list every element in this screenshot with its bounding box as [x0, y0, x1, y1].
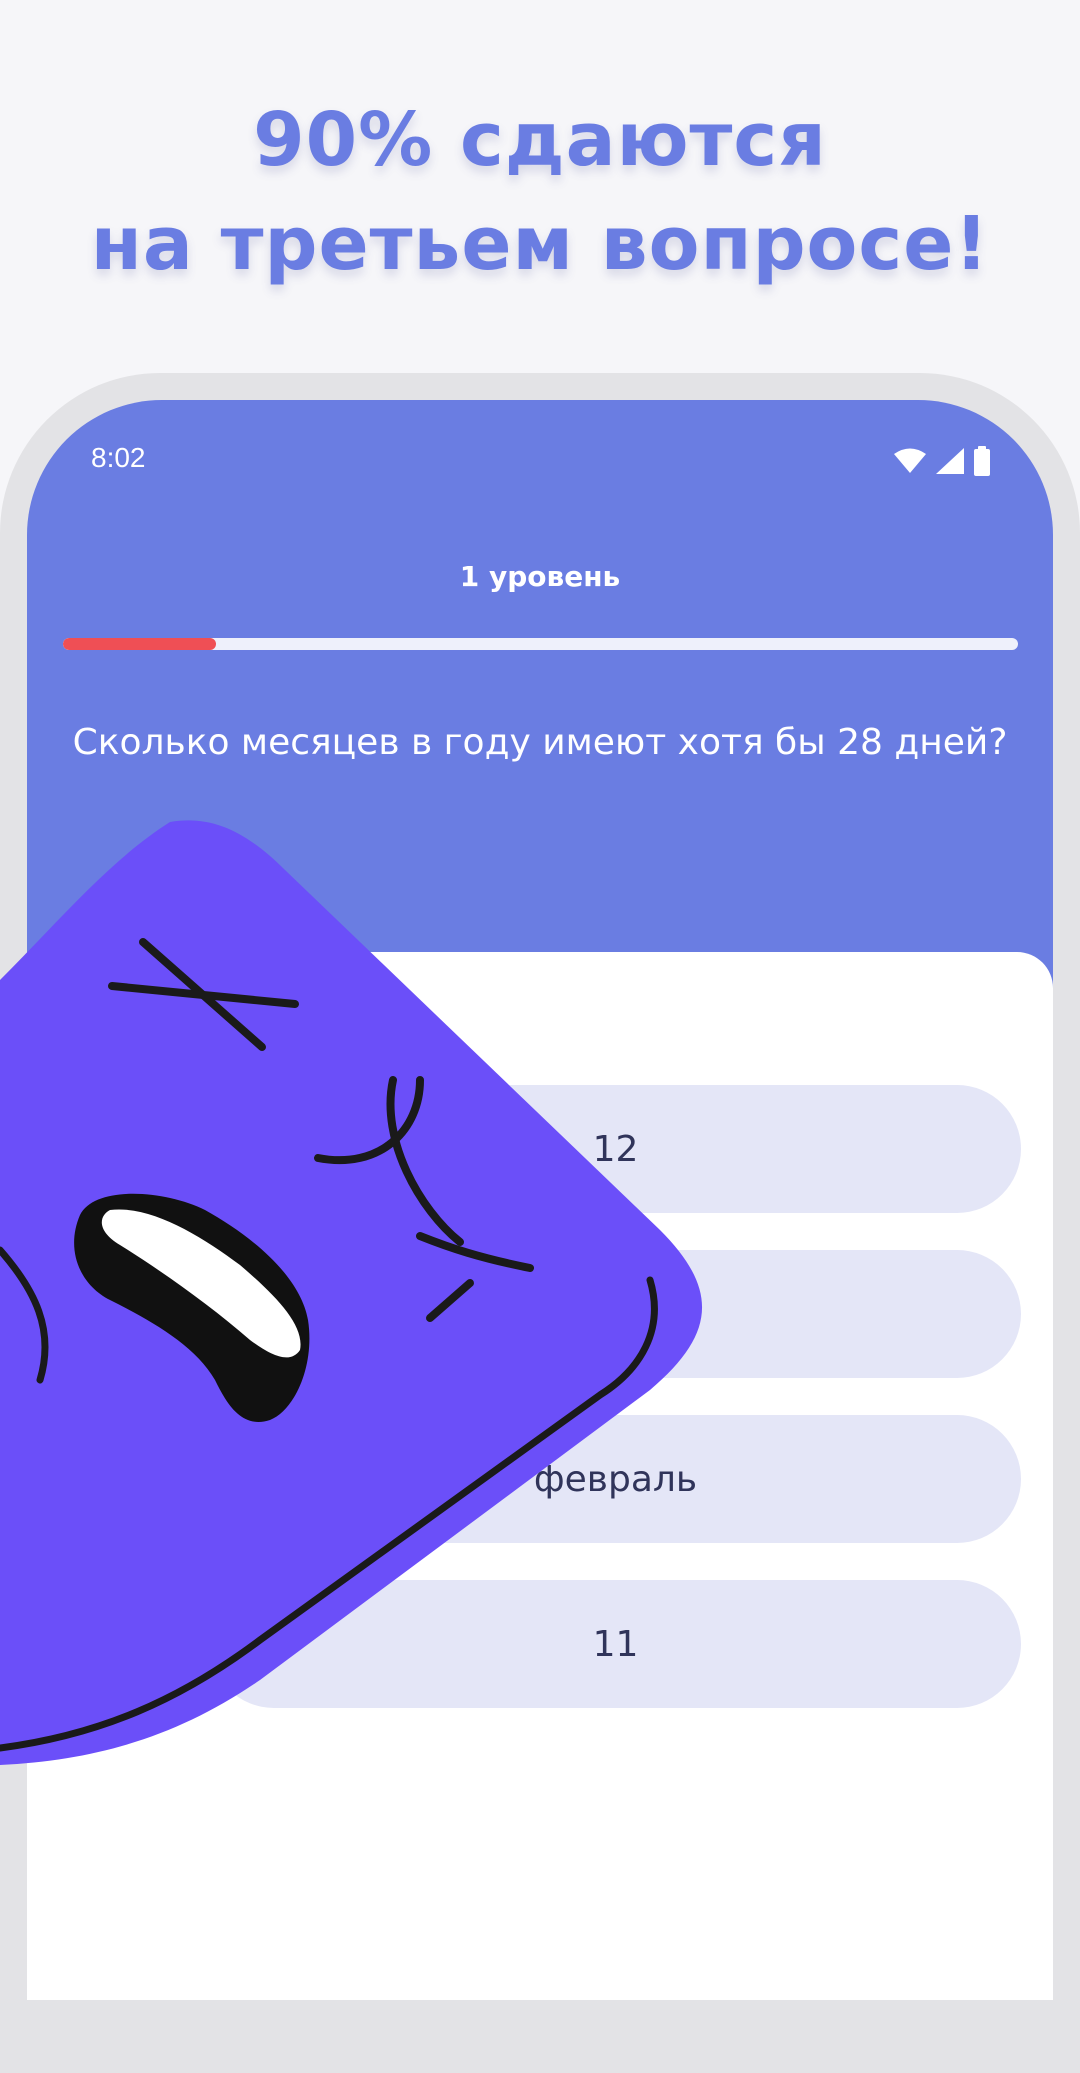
level-title: 1 уровень [459, 560, 621, 593]
status-bar: 8:02 [27, 442, 1053, 482]
answers-panel: 12 февраль 11 [27, 952, 1053, 2000]
promo-line-1: 90% сдаются [253, 97, 827, 183]
question-text: Сколько месяцев в году имеют хотя бы 28 … [72, 722, 1008, 763]
signal-icon [935, 447, 965, 479]
level-progress-fill [63, 638, 216, 650]
answer-option-3[interactable]: февраль [210, 1415, 1021, 1543]
answer-option-4[interactable]: 11 [210, 1580, 1021, 1708]
status-icons [893, 446, 991, 480]
wifi-icon [893, 447, 927, 479]
promo-headline: 90% сдаются на третьем вопросе! [0, 88, 1080, 296]
level-progress-bar [63, 638, 1018, 650]
answer-option-1[interactable]: 12 [210, 1085, 1021, 1213]
answer-option-2[interactable] [210, 1250, 1021, 1378]
promo-line-2: на третьем вопросе! [90, 201, 990, 287]
phone-screen: 8:02 1 уровень Сколько месяцев в году им… [27, 400, 1053, 2000]
battery-icon [973, 446, 991, 480]
status-time: 8:02 [91, 442, 146, 473]
